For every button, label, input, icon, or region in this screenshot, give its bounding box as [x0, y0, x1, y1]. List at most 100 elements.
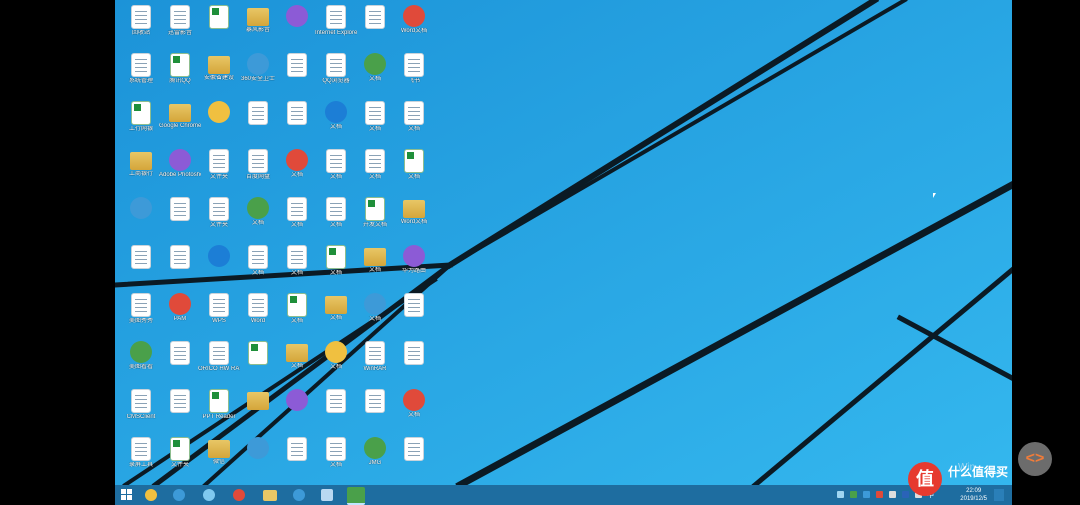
tray-qq-icon[interactable] [863, 491, 870, 498]
desktop-icon[interactable] [160, 339, 200, 387]
desktop-icon[interactable] [394, 435, 434, 483]
taskbar-feishu-icon[interactable] [321, 489, 333, 501]
desktop-icon[interactable] [238, 435, 278, 483]
desktop-icon[interactable] [160, 387, 200, 435]
desktop-icon[interactable] [199, 99, 239, 147]
desktop-icon[interactable]: 文档 [316, 291, 356, 339]
desktop-icon[interactable]: 文件夹 [160, 435, 200, 483]
desktop-icon[interactable] [277, 3, 317, 51]
desktop-icon[interactable]: 暴风影音 [238, 3, 278, 51]
desktop-icon[interactable]: JMG [355, 435, 395, 483]
desktop-icon[interactable] [238, 387, 278, 435]
desktop-icon[interactable]: 录屏工具 [121, 435, 161, 483]
desktop-icon[interactable]: 腾讯QQ [160, 51, 200, 99]
desktop-icon[interactable]: 微信 [199, 435, 239, 483]
start-button[interactable] [121, 489, 133, 501]
taskbar-folder-icon[interactable] [263, 490, 277, 501]
desktop-icon[interactable]: 文档 [316, 147, 356, 195]
taskbar-browser-icon[interactable] [293, 489, 305, 501]
taskbar-clock[interactable]: 22:09 2019/12/5 [960, 487, 987, 503]
desktop-icon[interactable]: 文档 [277, 195, 317, 243]
desktop-icon[interactable]: 工商银行 [121, 147, 161, 195]
desktop-icon[interactable]: 文档 [277, 291, 317, 339]
desktop-icon[interactable]: 飞书 [394, 51, 434, 99]
desktop-icon[interactable]: 文档 [394, 147, 434, 195]
desktop-icon[interactable]: 文档 [316, 243, 356, 291]
tray-bluetooth-icon[interactable] [902, 491, 909, 498]
desktop-icon[interactable]: 系统管理 [121, 51, 161, 99]
desktop-icon[interactable]: 文档 [355, 291, 395, 339]
desktop-icon[interactable]: QQ浏览器 [316, 51, 356, 99]
taskbar-app-icon[interactable] [145, 489, 157, 501]
taskbar-wechat-icon[interactable] [347, 487, 365, 505]
desktop-icon[interactable] [355, 387, 395, 435]
desktop-icon[interactable] [238, 99, 278, 147]
desktop-icon[interactable]: Word文档 [394, 195, 434, 243]
desktop-icon[interactable] [121, 195, 161, 243]
desktop-icon[interactable] [199, 3, 239, 51]
tray-network-icon[interactable] [889, 491, 896, 498]
desktop-icon[interactable]: 文档 [355, 99, 395, 147]
desktop-icon[interactable]: Word文档 [394, 3, 434, 51]
desktop-icon[interactable]: 文档 [316, 435, 356, 483]
desktop-icon[interactable]: 文档 [238, 243, 278, 291]
desktop-icon[interactable]: ORICO HW RAID [198, 339, 240, 387]
desktop-icon[interactable]: PPT Reader [199, 387, 239, 435]
desktop-icon[interactable] [277, 435, 317, 483]
desktop-icon[interactable]: Word [238, 291, 278, 339]
desktop-icon[interactable] [238, 339, 278, 387]
desktop-icon[interactable] [394, 291, 434, 339]
taskbar-ie-icon[interactable] [203, 489, 215, 501]
desktop-icon[interactable]: 360安全卫士 [238, 51, 278, 99]
tray-app-icon[interactable] [876, 491, 883, 498]
code-toggle-button[interactable]: <> [1018, 442, 1052, 476]
desktop-icon[interactable] [316, 387, 356, 435]
desktop-icon[interactable]: 美图秀秀 [121, 291, 161, 339]
taskbar-app2-icon[interactable] [173, 489, 185, 501]
desktop-icon[interactable]: 安徽省建设 [199, 51, 239, 99]
desktop-icon[interactable] [277, 51, 317, 99]
desktop-icon[interactable] [277, 387, 317, 435]
desktop-icon[interactable]: 文档 [394, 99, 434, 147]
desktop-icon[interactable]: 工行网银 [121, 99, 161, 147]
desktop-icon[interactable]: 开发文档 [355, 195, 395, 243]
tray-up-arrow-icon[interactable] [837, 491, 844, 498]
desktop-icon[interactable]: 文档 [277, 339, 317, 387]
tray-wechat-icon[interactable] [850, 491, 857, 498]
desktop-icon[interactable]: 美图看看 [121, 339, 161, 387]
desktop-icon[interactable] [277, 99, 317, 147]
desktop-icon[interactable]: 文件夹 [199, 147, 239, 195]
notification-icon[interactable] [994, 489, 1004, 501]
desktop-icon[interactable]: 文件夹 [199, 195, 239, 243]
desktop-icon[interactable]: 文档 [394, 387, 434, 435]
desktop-icon[interactable] [394, 339, 434, 387]
desktop-icon[interactable]: 回收站 [121, 3, 161, 51]
desktop-icon[interactable]: 文档 [238, 195, 278, 243]
desktop-icon[interactable]: Google Chrome [159, 99, 201, 147]
desktop-icon[interactable]: PAM [160, 291, 200, 339]
desktop-icon[interactable]: Adobe Photoshop [159, 147, 201, 195]
desktop-icon[interactable]: 迅雷影音 [160, 3, 200, 51]
desktop-icon[interactable]: 文档 [277, 147, 317, 195]
desktop-icon[interactable] [160, 243, 200, 291]
desktop-icon-label: 文档 [290, 363, 303, 369]
desktop-icon[interactable]: 文档 [277, 243, 317, 291]
desktop-icon[interactable]: 文档 [355, 147, 395, 195]
desktop-icon[interactable]: 华为路由 [394, 243, 434, 291]
desktop-icon[interactable]: 文档 [316, 195, 356, 243]
desktop-icon[interactable] [160, 195, 200, 243]
desktop-icon[interactable]: 文档 [316, 339, 356, 387]
desktop-icon[interactable]: 文档 [355, 51, 395, 99]
app-icon [403, 389, 425, 411]
desktop-icon[interactable] [355, 3, 395, 51]
desktop-icon[interactable] [121, 243, 161, 291]
desktop-icon[interactable] [199, 243, 239, 291]
desktop-icon[interactable]: 文档 [355, 243, 395, 291]
desktop-icon[interactable]: WPS [199, 291, 239, 339]
desktop-icon[interactable]: Internet Explorer [315, 3, 357, 51]
desktop-icon[interactable]: CMSClient [121, 387, 161, 435]
taskbar-chrome-icon[interactable] [233, 489, 245, 501]
desktop-icon[interactable]: 百度网盘 [238, 147, 278, 195]
desktop-icon[interactable]: 文档 [316, 99, 356, 147]
desktop-icon[interactable]: WinRAR [355, 339, 395, 387]
